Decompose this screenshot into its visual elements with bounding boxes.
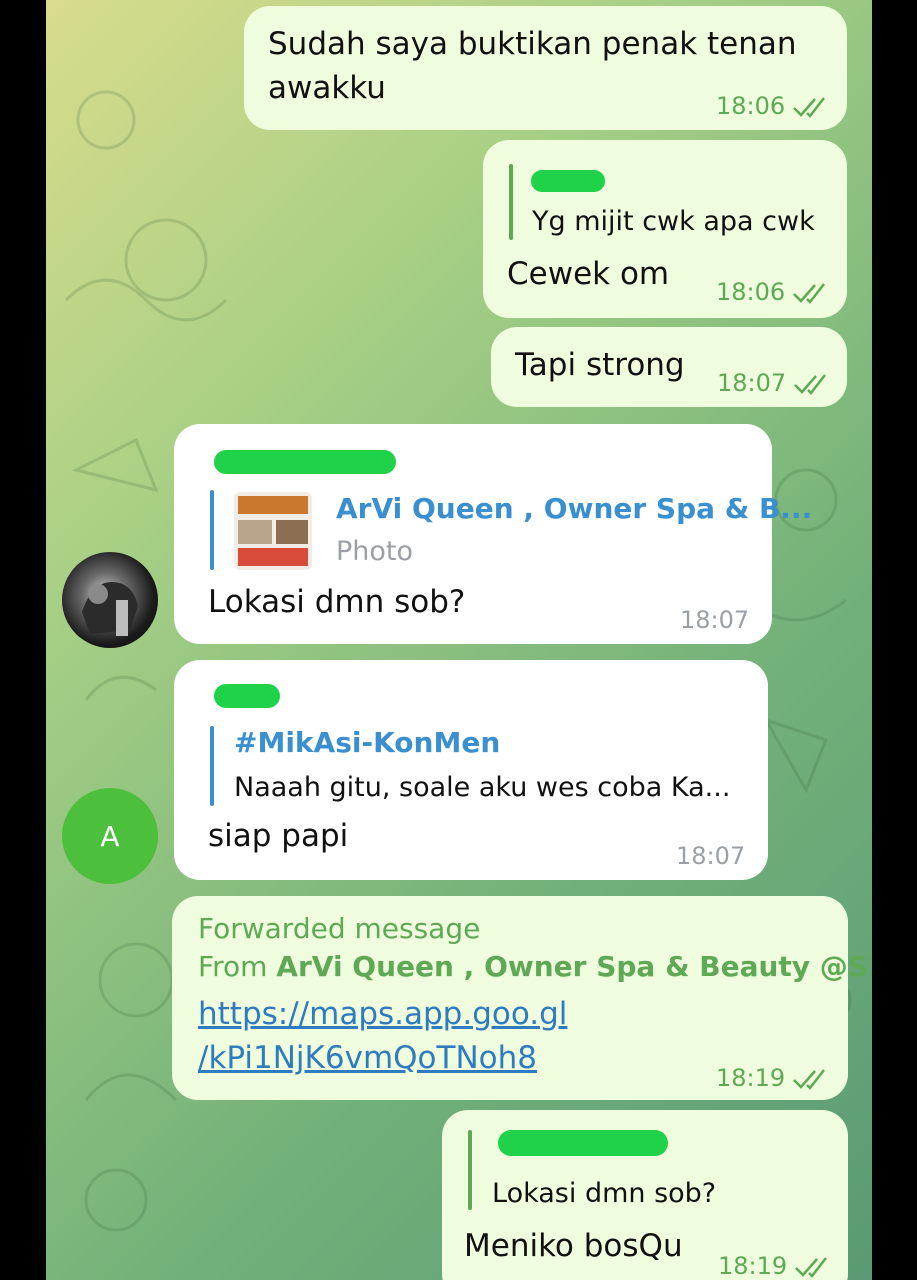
double-check-icon [795,1257,827,1278]
message-time: 18:19 [716,1064,786,1092]
reply-photo-thumbnail [234,492,312,570]
sender-avatar[interactable]: A [62,788,158,884]
redacted-name [531,170,605,192]
reply-quote-text: Naaah gitu, soale aku wes coba Ka... [234,772,731,803]
message-text: awakku [268,70,386,106]
redacted-name [498,1130,668,1156]
message-time: 18:19 [718,1252,788,1280]
message-text: siap papi [208,818,349,854]
double-check-icon [794,374,826,395]
double-check-icon [793,97,825,118]
reply-quote-bar [210,490,214,570]
double-check-icon [793,283,825,304]
message-time: 18:07 [676,842,746,870]
avatar-letter: A [100,819,120,853]
reply-quote-bar [509,164,513,240]
reply-sender-name: #MikAsi-KonMen [234,726,501,759]
message-time: 18:07 [680,606,750,634]
maps-link[interactable]: https://maps.app.goo.gl [198,992,567,1036]
forwarded-from-prefix: From [198,950,277,983]
message-text: Meniko bosQu [464,1228,683,1264]
redacted-name [214,684,280,708]
avatar-photo [82,582,138,636]
reply-quote-text: Yg mijit cwk apa cwk [532,206,815,237]
message-bubble-outgoing[interactable]: Tapi strong 18:07 [491,327,847,407]
reply-sender-name: ArVi Queen , Owner Spa & B... [336,492,813,525]
message-text: Tapi strong [515,347,685,383]
message-bubble-incoming[interactable]: ArVi Queen , Owner Spa & B... Photo Loka… [174,424,812,644]
message-text: Sudah saya buktikan penak tenan [268,26,797,62]
message-time: 18:06 [716,278,786,306]
message-bubble-outgoing[interactable]: Sudah saya buktikan penak tenan awakku 1… [244,6,847,130]
reply-media-label: Photo [336,536,414,567]
message-time: 18:07 [717,369,787,397]
message-bubble-outgoing[interactable]: Lokasi dmn sob? Meniko bosQu 18:19 [442,1110,848,1280]
reply-quote-bar [210,726,214,806]
forwarded-label: Forwarded message [198,912,481,945]
message-bubble-incoming[interactable]: #MikAsi-KonMen Naaah gitu, soale aku wes… [174,660,768,880]
message-bubble-forwarded[interactable]: Forwarded message From ArVi Queen , Owne… [172,896,872,1100]
message-time: 18:06 [716,92,786,120]
forwarded-from-name[interactable]: ArVi Queen , Owner Spa & Beauty @S... [276,950,872,983]
double-check-icon [793,1069,825,1090]
redacted-name [214,450,396,474]
message-text: Cewek om [507,256,670,292]
reply-quote-text: Lokasi dmn sob? [492,1178,717,1209]
message-text: Lokasi dmn sob? [208,584,466,620]
reply-quote-bar [468,1130,472,1210]
maps-link[interactable]: /kPi1NjK6vmQoTNoh8 [198,1036,537,1080]
chat-background: Sudah saya buktikan penak tenan awakku 1… [46,0,872,1280]
forwarded-from: From ArVi Queen , Owner Spa & Beauty @S.… [198,950,872,983]
sender-avatar[interactable] [62,552,158,648]
message-bubble-outgoing[interactable]: Yg mijit cwk apa cwk Cewek om 18:06 [483,140,847,318]
